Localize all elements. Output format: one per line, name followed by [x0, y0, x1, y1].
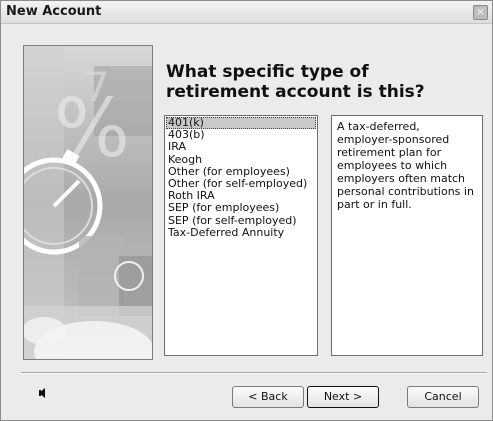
- list-item[interactable]: SEP (for self-employed): [166, 214, 316, 227]
- list-item[interactable]: Keogh: [166, 153, 316, 166]
- account-type-description: A tax-deferred, employer-sponsored retir…: [331, 115, 483, 356]
- list-item[interactable]: IRA: [166, 141, 316, 153]
- speaker-left-icon[interactable]: [39, 388, 45, 398]
- dialog-title: New Account: [6, 4, 102, 19]
- question-heading: What specific type of retirement account…: [166, 62, 425, 102]
- cancel-button[interactable]: Cancel: [407, 386, 479, 408]
- list-item[interactable]: Tax-Deferred Annuity: [166, 226, 316, 239]
- next-button[interactable]: Next >: [307, 386, 379, 408]
- back-button[interactable]: < Back: [232, 386, 304, 408]
- close-button[interactable]: ×: [473, 5, 488, 20]
- footer-divider: [21, 372, 487, 374]
- list-item[interactable]: SEP (for employees): [166, 202, 316, 214]
- title-bar: New Account ×: [1, 1, 492, 24]
- account-type-listbox[interactable]: 401(k) 403(b) IRA Keogh Other (for employees…: [164, 115, 318, 356]
- new-account-dialog: New Account × % 7 What specific type of …: [0, 0, 493, 421]
- stopwatch-graphic-icon: % 7: [24, 46, 152, 359]
- list-item[interactable]: 403(b): [166, 128, 316, 141]
- wizard-side-art: % 7: [23, 45, 153, 360]
- svg-text:7: 7: [84, 65, 109, 111]
